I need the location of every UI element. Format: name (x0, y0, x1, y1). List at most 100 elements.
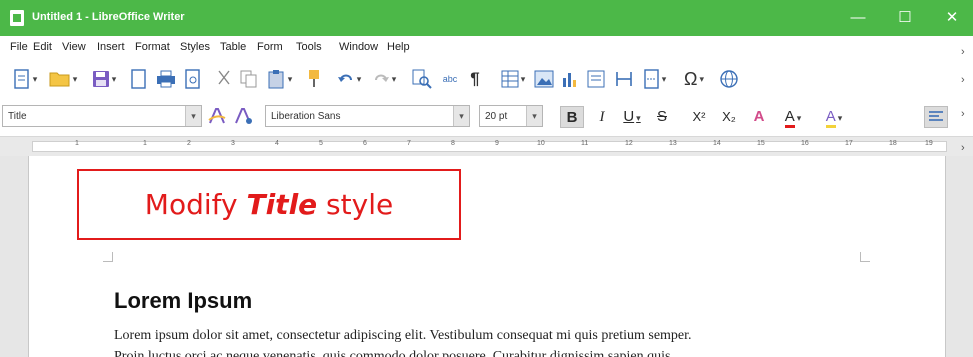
ruler-tick: 14 (713, 140, 721, 147)
insert-chart-icon[interactable] (558, 67, 582, 91)
insert-textbox-icon[interactable] (584, 67, 608, 91)
font-size-value: 20 pt (485, 111, 508, 122)
horizontal-ruler[interactable]: 1 1 2 3 4 5 6 7 8 9 10 11 12 13 14 15 16… (0, 136, 973, 156)
insert-field-icon[interactable] (612, 67, 636, 91)
ruler-tick: 15 (757, 140, 765, 147)
ruler-tick: 16 (801, 140, 809, 147)
clear-formatting-button[interactable]: A (748, 106, 770, 128)
strikethrough-button[interactable]: S (652, 106, 672, 128)
print-icon[interactable] (155, 67, 177, 91)
find-replace-icon[interactable] (410, 67, 434, 91)
insert-image-icon[interactable] (532, 67, 556, 91)
menu-tools[interactable]: Tools (296, 41, 322, 53)
copy-icon[interactable] (238, 67, 260, 91)
close-button[interactable]: ✕ (940, 6, 964, 30)
ruler-tick: 4 (275, 140, 279, 147)
underline-button[interactable]: U ▾ (616, 106, 648, 128)
chevron-down-icon[interactable]: ▾ (185, 106, 201, 126)
maximize-button[interactable]: ☐ (893, 6, 917, 30)
new-style-icon[interactable] (232, 104, 254, 128)
ruler-tick: 8 (451, 140, 455, 147)
special-character-icon[interactable]: Ω ▾ (676, 67, 712, 91)
font-name-select[interactable]: Liberation Sans ▾ (265, 105, 470, 127)
menu-format[interactable]: Format (135, 41, 170, 53)
underline-label: U (623, 108, 635, 125)
annotation-callout: Modify Title style (77, 169, 461, 240)
highlight-label: A (825, 108, 836, 128)
font-size-select[interactable]: 20 pt ▾ (479, 105, 543, 127)
paragraph-style-value: Title (8, 111, 27, 122)
annotation-prefix: Modify (144, 188, 247, 221)
font-color-button[interactable]: A ▾ (774, 106, 812, 128)
formatting-marks-icon[interactable]: ¶ (465, 67, 485, 91)
document-body-line[interactable]: Lorem ipsum dolor sit amet, consectetur … (114, 328, 692, 344)
highlight-color-button[interactable]: A ▾ (814, 106, 854, 128)
toolbar-overflow-strip: › › › › (958, 36, 973, 357)
menu-view[interactable]: View (62, 41, 86, 53)
insert-table-icon[interactable]: ▾ (496, 67, 530, 91)
ruler-tick: 9 (495, 140, 499, 147)
margin-corner-right (860, 252, 870, 262)
window-title: Untitled 1 - LibreOffice Writer (32, 11, 185, 23)
title-bar: Untitled 1 - LibreOffice Writer — ☐ ✕ (0, 0, 973, 36)
menu-insert[interactable]: Insert (97, 41, 125, 53)
bold-button[interactable]: B (560, 106, 584, 128)
menu-window[interactable]: Window (339, 41, 378, 53)
standard-toolbar: ▾ ▾ ▾ ▾ ▾ ▾ abc ¶ ▾ ▾ Ω ▾ (0, 58, 973, 100)
writer-app-icon (10, 10, 24, 26)
save-icon[interactable]: ▾ (86, 67, 122, 91)
export-pdf-icon[interactable] (128, 67, 150, 91)
menu-bar: File Edit View Insert Format Styles Tabl… (0, 36, 973, 58)
subscript-button[interactable]: X₂ (716, 106, 742, 128)
menu-table[interactable]: Table (220, 41, 246, 53)
annotation-emphasis: Title (246, 188, 318, 221)
ruler-tick: 19 (925, 140, 933, 147)
menu-file[interactable]: File (10, 41, 28, 53)
chevron-down-icon[interactable]: ▾ (526, 106, 542, 126)
clear-formatting-label: A (753, 108, 765, 125)
print-preview-icon[interactable] (182, 67, 204, 91)
ruler-tick: 12 (625, 140, 633, 147)
new-document-icon[interactable]: ▾ (8, 67, 42, 91)
chevron-down-icon[interactable]: ▾ (453, 106, 469, 126)
document-heading[interactable]: Lorem Ipsum (114, 288, 252, 314)
ruler-tick: 2 (187, 140, 191, 147)
paragraph-style-select[interactable]: Title ▾ (2, 105, 202, 127)
menu-edit[interactable]: Edit (33, 41, 52, 53)
undo-icon[interactable]: ▾ (332, 67, 366, 91)
overflow-chevron-icon[interactable]: › (961, 74, 965, 86)
ruler-strip (32, 141, 947, 152)
document-body-line[interactable]: Proin luctus orci ac neque venenatis, qu… (114, 349, 670, 357)
overflow-chevron-icon[interactable]: › (961, 108, 965, 120)
cut-icon[interactable] (213, 67, 235, 91)
menu-help[interactable]: Help (387, 41, 410, 53)
open-folder-icon[interactable]: ▾ (44, 67, 82, 91)
redo-icon[interactable]: ▾ (368, 67, 400, 91)
ruler-tick: 1 (75, 140, 79, 147)
align-left-icon[interactable] (924, 106, 948, 128)
spelling-icon[interactable]: abc (437, 67, 463, 91)
overflow-chevron-icon[interactable]: › (961, 46, 965, 58)
formatting-toolbar: Title ▾ Liberation Sans ▾ 20 pt ▾ B I U ▾… (0, 100, 973, 136)
menu-styles[interactable]: Styles (180, 41, 210, 53)
italic-button[interactable]: I (592, 106, 612, 128)
ruler-tick: 5 (319, 140, 323, 147)
ruler-tick: 10 (537, 140, 545, 147)
ruler-tick: 6 (363, 140, 367, 147)
hyperlink-icon[interactable] (716, 67, 742, 91)
menu-form[interactable]: Form (257, 41, 283, 53)
ruler-tick: 11 (581, 140, 589, 147)
page-break-icon[interactable]: ▾ (638, 67, 672, 91)
ruler-tick: 3 (231, 140, 235, 147)
font-name-value: Liberation Sans (271, 111, 341, 122)
font-color-label: A (784, 108, 795, 128)
omega-glyph: Ω (684, 68, 698, 89)
overflow-chevron-icon[interactable]: › (961, 142, 965, 154)
clone-formatting-icon[interactable] (303, 67, 325, 91)
superscript-button[interactable]: X² (686, 106, 712, 128)
update-style-icon[interactable] (206, 104, 228, 128)
ruler-tick: 18 (889, 140, 897, 147)
ruler-tick: 13 (669, 140, 677, 147)
minimize-button[interactable]: — (846, 6, 870, 30)
paste-icon[interactable]: ▾ (263, 67, 297, 91)
